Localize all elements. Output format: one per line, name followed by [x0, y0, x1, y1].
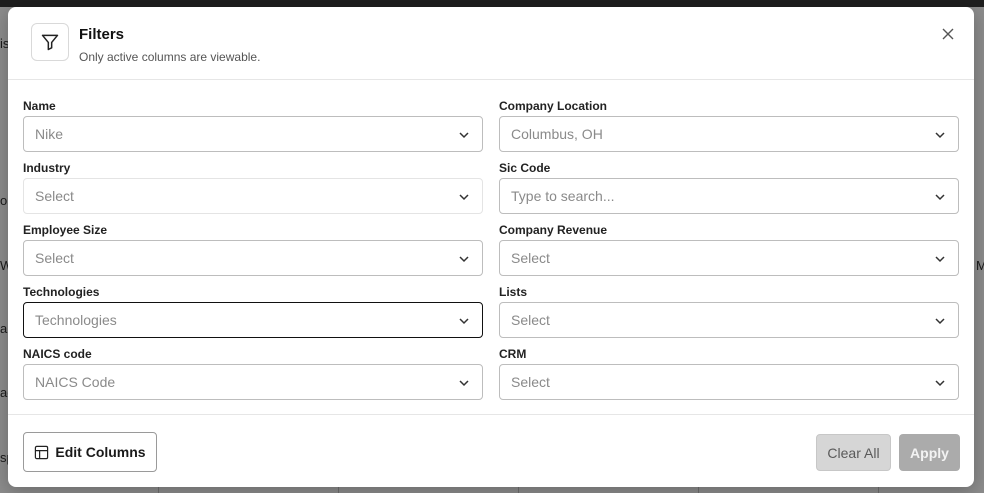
chevron-down-icon — [459, 380, 469, 387]
name-filter: Name Nike — [23, 98, 483, 152]
filter-icon — [31, 23, 69, 61]
modal-subtitle: Only active columns are viewable. — [79, 50, 261, 64]
background-topbar — [0, 0, 984, 7]
crm-select[interactable]: Select — [499, 364, 959, 400]
chevron-down-icon — [459, 194, 469, 201]
company-revenue-placeholder: Select — [511, 250, 550, 266]
industry-select[interactable]: Select — [23, 178, 483, 214]
company-location-placeholder: Columbus, OH — [511, 126, 603, 142]
modal-header: Filters Only active columns are viewable… — [8, 7, 974, 80]
lists-filter: Lists Select — [499, 284, 959, 338]
modal-footer: Edit Columns Clear All Apply — [8, 414, 974, 487]
crm-label: CRM — [499, 347, 527, 361]
naics-code-filter: NAICS code NAICS Code — [23, 346, 483, 400]
employee-size-select[interactable]: Select — [23, 240, 483, 276]
background-text: a — [0, 321, 8, 336]
naics-code-label: NAICS code — [23, 347, 92, 361]
company-revenue-filter: Company Revenue Select — [499, 222, 959, 276]
filters-modal: Filters Only active columns are viewable… — [8, 7, 974, 487]
company-location-select[interactable]: Columbus, OH — [499, 116, 959, 152]
technologies-filter: Technologies Technologies — [23, 284, 483, 338]
background-column-divider — [338, 487, 339, 493]
close-icon[interactable] — [938, 24, 958, 44]
chevron-down-icon — [935, 380, 945, 387]
technologies-select[interactable]: Technologies — [23, 302, 483, 338]
chevron-down-icon — [459, 132, 469, 139]
naics-code-select[interactable]: NAICS Code — [23, 364, 483, 400]
lists-placeholder: Select — [511, 312, 550, 328]
name-placeholder: Nike — [35, 126, 64, 142]
technologies-placeholder: Technologies — [35, 312, 117, 328]
modal-title: Filters — [79, 26, 125, 43]
background-column-divider — [518, 487, 519, 493]
employee-size-filter: Employee Size Select — [23, 222, 483, 276]
table-layout-icon — [35, 445, 49, 459]
apply-button[interactable]: Apply — [899, 434, 960, 471]
employee-size-placeholder: Select — [35, 250, 74, 266]
name-select[interactable]: Nike — [23, 116, 483, 152]
sic-code-placeholder: Type to search... — [511, 188, 615, 204]
company-revenue-label: Company Revenue — [499, 223, 608, 237]
chevron-down-icon — [935, 318, 945, 325]
chevron-down-icon — [459, 318, 469, 325]
crm-placeholder: Select — [511, 374, 550, 390]
edit-columns-button[interactable]: Edit Columns — [23, 432, 157, 472]
chevron-down-icon — [935, 256, 945, 263]
industry-placeholder: Select — [35, 188, 74, 204]
edit-columns-label: Edit Columns — [55, 444, 146, 460]
background-column-divider — [878, 487, 879, 493]
chevron-down-icon — [935, 194, 945, 201]
clear-all-button[interactable]: Clear All — [816, 434, 891, 471]
sic-code-label: Sic Code — [499, 161, 551, 175]
crm-filter: CRM Select — [499, 346, 959, 400]
industry-label: Industry — [23, 161, 71, 175]
background-column-divider — [158, 487, 159, 493]
chevron-down-icon — [935, 132, 945, 139]
chevron-down-icon — [459, 256, 469, 263]
background-text: o — [0, 193, 8, 208]
company-location-filter: Company Location Columbus, OH — [499, 98, 959, 152]
lists-label: Lists — [499, 285, 528, 299]
employee-size-label: Employee Size — [23, 223, 108, 237]
background-column-divider — [698, 487, 699, 493]
lists-select[interactable]: Select — [499, 302, 959, 338]
naics-code-placeholder: NAICS Code — [35, 374, 116, 390]
background-text: M — [976, 258, 984, 273]
technologies-label: Technologies — [23, 285, 100, 299]
sic-code-search-input[interactable]: Type to search... — [499, 178, 959, 214]
company-location-label: Company Location — [499, 99, 608, 113]
name-label: Name — [23, 99, 56, 113]
company-revenue-select[interactable]: Select — [499, 240, 959, 276]
industry-filter: Industry Select — [23, 160, 483, 214]
sic-code-filter: Sic Code Type to search... — [499, 160, 959, 214]
